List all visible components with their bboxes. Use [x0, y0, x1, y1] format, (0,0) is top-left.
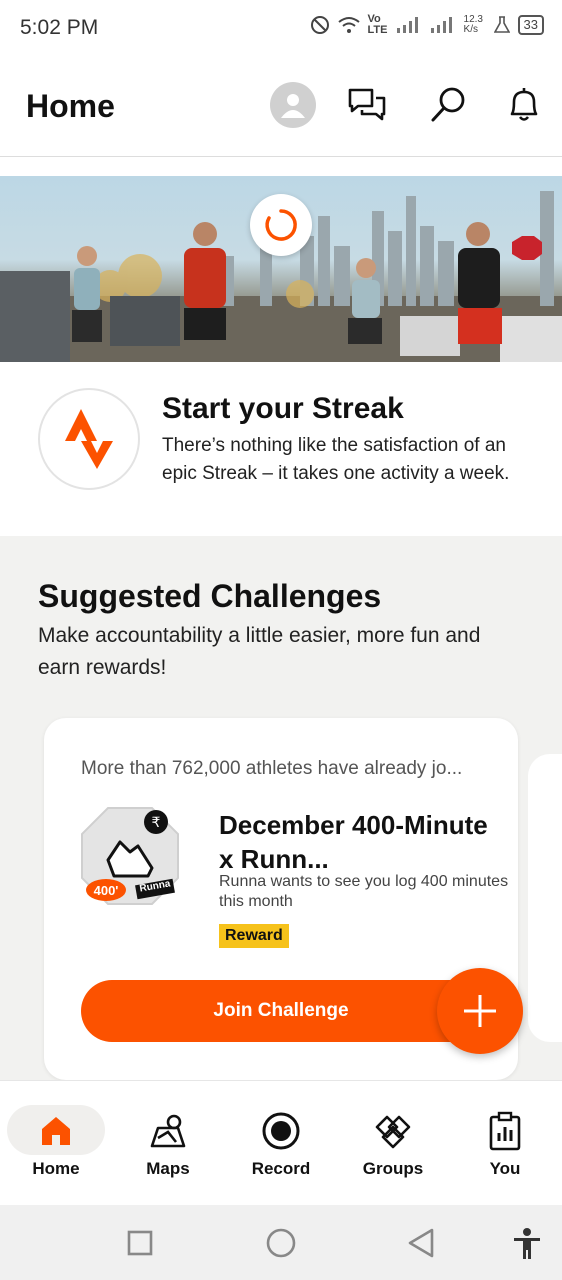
- back-triangle-icon[interactable]: [406, 1227, 436, 1259]
- wifi-icon: [337, 17, 360, 33]
- nav-label-record: Record: [251, 1159, 311, 1178]
- person-icon: [281, 94, 305, 118]
- nav-tab-groups[interactable]: Groups: [337, 1081, 449, 1206]
- battery-indicator: 33: [517, 15, 544, 35]
- nav-tab-home[interactable]: Home: [0, 1081, 112, 1206]
- challenge-badge-image: ₹ 400' Runna: [78, 804, 182, 908]
- status-bar: 5:02 PM Vo LTE 12.3 K/s 33: [0, 0, 562, 58]
- reward-badge: Reward: [219, 924, 289, 948]
- groups-icon: [375, 1115, 411, 1149]
- streak-description: There’s nothing like the satisfaction of…: [162, 435, 510, 484]
- home-icon: [42, 1117, 70, 1145]
- spinner-icon: [265, 209, 297, 241]
- section-subtitle: Make accountability a little easier, mor…: [38, 624, 481, 679]
- loading-spinner: [250, 194, 312, 256]
- next-challenge-card-peek[interactable]: [528, 754, 562, 1042]
- streak-section[interactable]: Start your Streak There’s nothing like t…: [0, 362, 562, 536]
- add-fab-button[interactable]: [437, 968, 523, 1054]
- nav-tab-you[interactable]: You: [449, 1081, 561, 1206]
- search-icon[interactable]: [428, 84, 470, 126]
- participants-note: More than 762,000 athletes have already …: [81, 758, 463, 779]
- bell-icon[interactable]: [503, 84, 545, 126]
- status-icons: Vo LTE 12.3 K/s 33: [310, 14, 544, 36]
- plus-icon: [464, 995, 496, 1027]
- messages-icon[interactable]: [346, 84, 388, 126]
- you-icon: [489, 1111, 521, 1151]
- nav-tab-record[interactable]: Record: [225, 1081, 337, 1206]
- status-time: 5:02 PM: [20, 16, 99, 39]
- section-title: Suggested Challenges: [38, 578, 382, 614]
- page-title: Home: [26, 88, 115, 124]
- streak-title: Start your Streak: [162, 392, 404, 425]
- do-not-disturb-icon: [310, 16, 329, 34]
- system-navigation-bar: [0, 1205, 562, 1280]
- flask-icon: [493, 16, 510, 33]
- join-challenge-button[interactable]: Join Challenge: [81, 980, 481, 1042]
- badge-number: 400': [93, 883, 119, 898]
- nav-tab-maps[interactable]: Maps: [112, 1081, 224, 1206]
- network-label: Vo LTE: [367, 13, 388, 36]
- strava-logo-icon: [65, 409, 113, 469]
- strava-logo-badge: [38, 388, 140, 490]
- nav-label-maps: Maps: [146, 1159, 190, 1178]
- maps-icon: [150, 1114, 186, 1148]
- svg-text:₹: ₹: [152, 815, 161, 831]
- nav-label-you: You: [489, 1159, 521, 1178]
- app-header: Home: [0, 58, 562, 157]
- record-icon: [262, 1112, 300, 1150]
- network-speed: 12.3 K/s: [463, 14, 483, 35]
- challenge-name: December 400-Minute x Runn...: [219, 810, 488, 874]
- signal-icon: [396, 17, 418, 33]
- challenge-description: Runna wants to see you log 400 minutes t…: [219, 873, 509, 910]
- accessibility-icon[interactable]: [512, 1227, 542, 1261]
- nav-label-home: Home: [32, 1159, 80, 1178]
- signal-icon-2: [430, 17, 452, 33]
- recent-apps-icon[interactable]: [126, 1229, 154, 1257]
- avatar[interactable]: [270, 82, 316, 128]
- home-circle-icon[interactable]: [265, 1227, 297, 1259]
- nav-label-groups: Groups: [362, 1159, 424, 1178]
- bottom-navigation: Home Maps Record Groups You: [0, 1080, 562, 1206]
